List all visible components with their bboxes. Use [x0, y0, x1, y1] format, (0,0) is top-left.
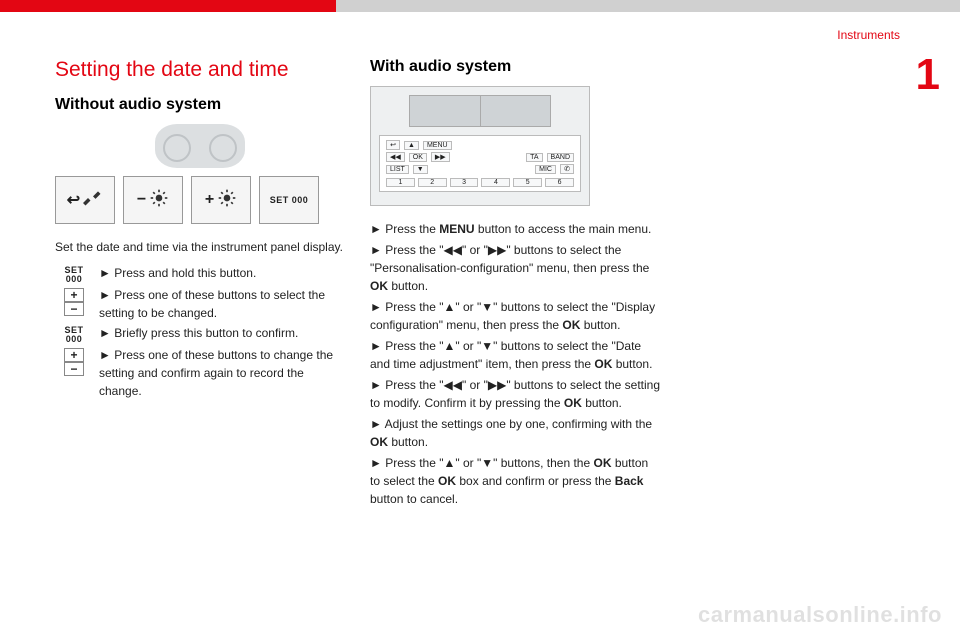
- instrument-cluster-icon: [155, 124, 245, 168]
- radio-down-icon: ▼: [413, 165, 428, 174]
- radio-band-button: BAND: [547, 153, 574, 162]
- plus-icon: +: [205, 191, 214, 209]
- instructions-list: Press the MENU button to access the main…: [370, 220, 660, 508]
- subheading-with-audio: With audio system: [370, 58, 660, 76]
- preset-6: 6: [545, 178, 574, 187]
- step-icon-plus-minus: +−: [55, 346, 93, 376]
- brightness-icon: [217, 188, 237, 213]
- instruction-item: Press the "◀◀" or "▶▶" buttons to select…: [370, 241, 660, 295]
- preset-2: 2: [418, 178, 447, 187]
- breadcrumb: Instruments: [837, 28, 900, 42]
- radio-screen: [409, 95, 551, 127]
- preset-3: 3: [450, 178, 479, 187]
- step-2: +− Press one of these buttons to select …: [55, 286, 345, 322]
- column-left: Setting the date and time Without audio …: [55, 58, 345, 402]
- radio-presets: 1 2 3 4 5 6: [386, 178, 574, 187]
- button-row: ↩ − + SET 000: [55, 176, 345, 224]
- chapter-number: 1: [916, 50, 940, 100]
- radio-back-icon: ↩: [386, 140, 400, 150]
- step-icon-set: SET 000: [55, 324, 93, 344]
- radio-list-button: LIST: [386, 165, 409, 174]
- minus-icon: −: [137, 191, 146, 209]
- step-text: Press one of these buttons to select the…: [99, 286, 345, 322]
- instruction-item: Press the "◀◀" or "▶▶" buttons to select…: [370, 376, 660, 412]
- instruction-item: Adjust the settings one by one, confirmi…: [370, 415, 660, 451]
- instruction-item: Press the MENU button to access the main…: [370, 220, 660, 238]
- step-icon-set: SET 000: [55, 264, 93, 284]
- step-text: Press and hold this button.: [99, 264, 345, 282]
- back-arrow-icon: ↩: [67, 190, 80, 210]
- subheading-without-audio: Without audio system: [55, 96, 345, 114]
- accent-red: [0, 0, 336, 12]
- preset-5: 5: [513, 178, 542, 187]
- set-000-label: SET 000: [270, 195, 309, 205]
- preset-4: 4: [481, 178, 510, 187]
- step-3: SET 000 Briefly press this button to con…: [55, 324, 345, 344]
- watermark: carmanualsonline.info: [698, 602, 942, 628]
- wrench-icon: [83, 188, 103, 213]
- set-000-button: SET 000: [259, 176, 319, 224]
- instruction-item: Press the "▲" or "▼" buttons to select t…: [370, 337, 660, 373]
- column-right: With audio system ↩ ▲ MENU ◀◀ OK ▶▶ TA B…: [370, 58, 660, 511]
- step-text: Briefly press this button to confirm.: [99, 324, 345, 342]
- radio-phone-icon: ✆: [560, 164, 574, 174]
- plus-icon: +: [64, 288, 84, 302]
- plus-brightness-button: +: [191, 176, 251, 224]
- step-1: SET 000 Press and hold this button.: [55, 264, 345, 284]
- step-4: +− Press one of these buttons to change …: [55, 346, 345, 400]
- radio-menu-button: MENU: [423, 141, 452, 150]
- minus-brightness-button: −: [123, 176, 183, 224]
- radio-mic-button: MIC: [535, 165, 556, 174]
- minus-icon: −: [64, 302, 84, 316]
- accent-gray: [336, 0, 960, 12]
- radio-ta-button: TA: [526, 153, 542, 162]
- intro-text: Set the date and time via the instrument…: [55, 238, 345, 256]
- radio-rewind-icon: ◀◀: [386, 152, 405, 162]
- step-text: Press one of these buttons to change the…: [99, 346, 345, 400]
- radio-up-icon: ▲: [404, 141, 419, 150]
- section-title: Setting the date and time: [55, 58, 345, 82]
- back-wrench-button: ↩: [55, 176, 115, 224]
- brightness-icon: [149, 188, 169, 213]
- plus-icon: +: [64, 348, 84, 362]
- figure-audio-system: ↩ ▲ MENU ◀◀ OK ▶▶ TA BAND LIST ▼ MIC ✆: [370, 86, 590, 206]
- minus-icon: −: [64, 362, 84, 376]
- instruction-item: Press the "▲" or "▼" buttons to select t…: [370, 298, 660, 334]
- preset-1: 1: [386, 178, 415, 187]
- radio-ok-button: OK: [409, 153, 427, 162]
- step-icon-plus-minus: +−: [55, 286, 93, 316]
- top-accent-bar: [0, 0, 960, 12]
- figure-instrument-panel: ↩ − + SET 000: [55, 124, 345, 224]
- radio-forward-icon: ▶▶: [431, 152, 450, 162]
- radio-controls: ↩ ▲ MENU ◀◀ OK ▶▶ TA BAND LIST ▼ MIC ✆: [379, 135, 581, 192]
- instruction-item: Press the "▲" or "▼" buttons, then the O…: [370, 454, 660, 508]
